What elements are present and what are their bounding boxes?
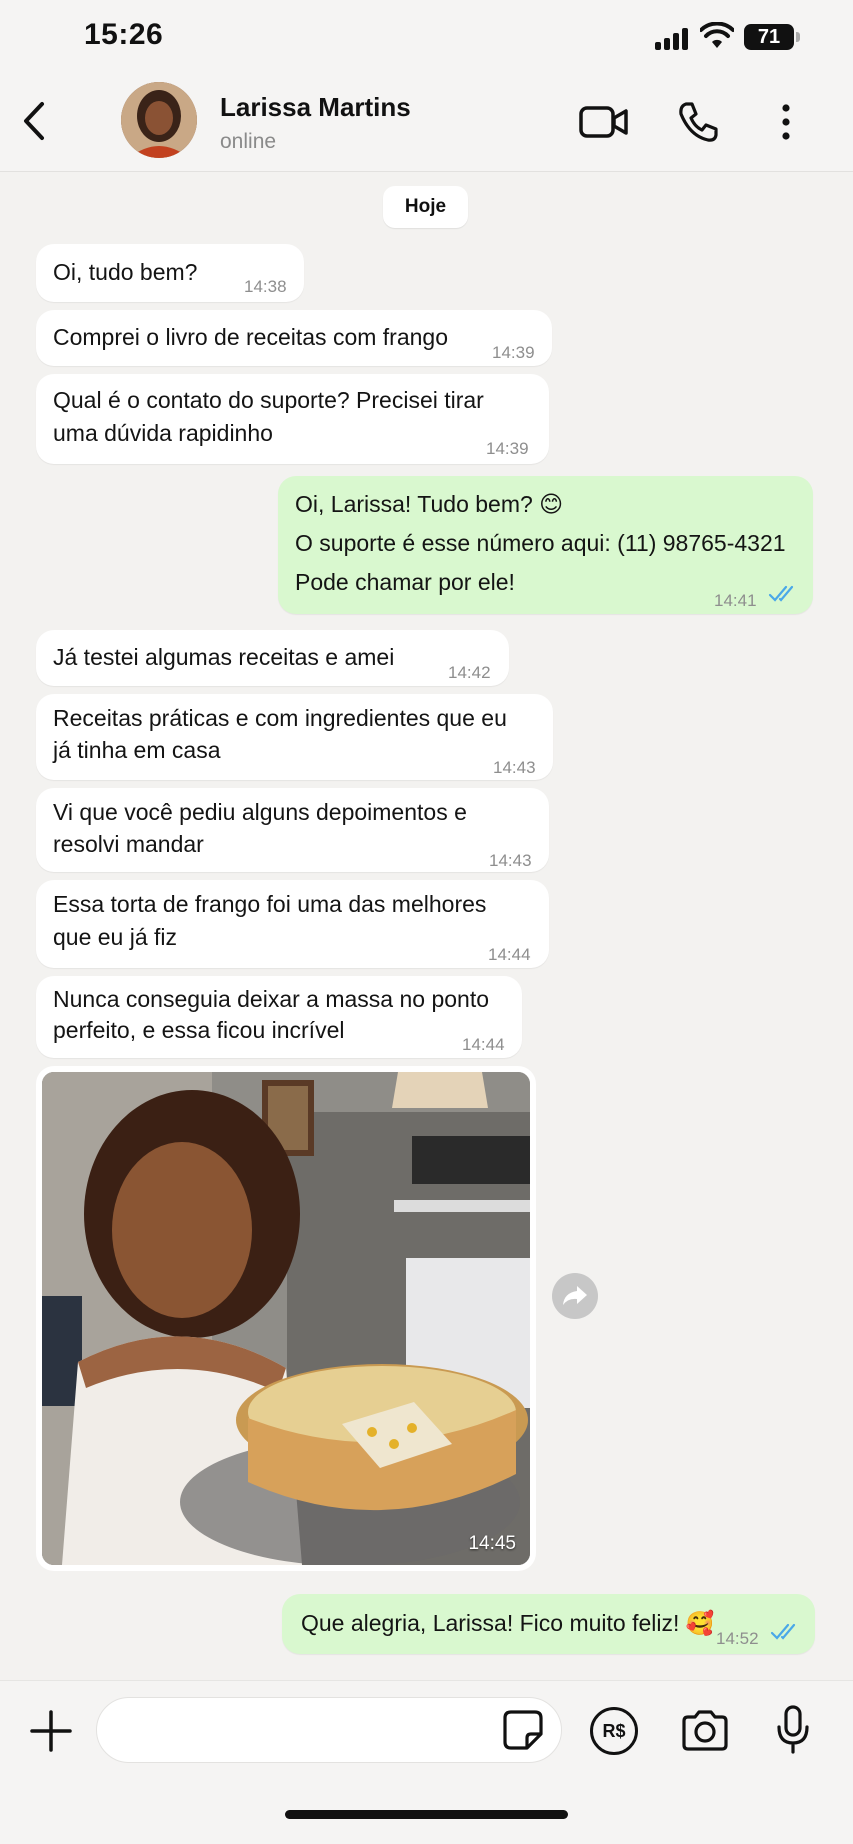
sticker-icon[interactable] — [501, 1708, 545, 1752]
message-text: Essa torta de frango foi uma das melhore… — [53, 891, 487, 917]
contact-name[interactable]: Larissa Martins — [220, 92, 411, 123]
phone-icon[interactable] — [676, 100, 720, 144]
message-time: 14:39 — [492, 343, 535, 362]
message-text: Pode chamar por ele! — [295, 569, 515, 595]
message-bubble[interactable]: Nunca conseguia deixar a massa no ponto … — [36, 976, 522, 1058]
message-bubble[interactable]: Receitas práticas e com ingredientes que… — [36, 694, 553, 780]
composer-bar: R$ — [0, 1680, 853, 1844]
message-text: uma dúvida rapidinho — [53, 420, 273, 446]
message-bubble[interactable]: Vi que você pediu alguns depoimentos e r… — [36, 788, 549, 872]
message-text: Que alegria, Larissa! Fico muito feliz! … — [301, 1610, 715, 1636]
double-check-icon — [770, 1623, 796, 1640]
message-bubble[interactable]: Qual é o contato do suporte? Precisei ti… — [36, 374, 549, 464]
message-text: O suporte é esse número aqui: (11) 98765… — [295, 530, 786, 556]
chevron-left-icon[interactable] — [16, 98, 56, 144]
chat-header: Larissa Martins online — [0, 70, 853, 172]
vertical-dots-icon[interactable] — [770, 102, 802, 142]
message-time: 14:43 — [489, 851, 532, 870]
message-input[interactable] — [121, 1712, 481, 1748]
status-time: 15:26 — [84, 18, 164, 51]
photo-time: 14:45 — [468, 1533, 516, 1554]
message-text: Já testei algumas receitas e amei — [53, 644, 395, 670]
double-check-icon — [768, 585, 794, 602]
message-text: que eu já fiz — [53, 924, 178, 950]
message-time: 14:44 — [488, 945, 531, 964]
camera-icon[interactable] — [680, 1709, 730, 1751]
message-text: Nunca conseguia deixar a massa no ponto — [53, 986, 490, 1012]
message-text: Comprei o livro de receitas com frango — [53, 324, 448, 350]
date-chip: Hoje — [383, 186, 468, 228]
message-time: 14:52 — [716, 1629, 759, 1648]
message-bubble[interactable]: Que alegria, Larissa! Fico muito feliz! … — [282, 1594, 815, 1654]
avatar[interactable] — [121, 82, 197, 158]
message-time: 14:41 — [714, 591, 757, 610]
forward-button[interactable] — [552, 1273, 598, 1319]
message-time: 14:43 — [493, 758, 536, 777]
message-text: Qual é o contato do suporte? Precisei ti… — [53, 387, 484, 413]
forward-arrow-icon — [563, 1286, 587, 1305]
message-time: 14:39 — [486, 439, 529, 458]
battery-cap — [796, 32, 800, 42]
video-camera-icon[interactable] — [578, 102, 630, 142]
message-bubble[interactable]: Comprei o livro de receitas com frango 1… — [36, 310, 552, 366]
message-bubble[interactable]: Essa torta de frango foi uma das melhore… — [36, 880, 549, 968]
message-text: resolvi mandar — [53, 831, 204, 857]
message-bubble[interactable]: Oi, Larissa! Tudo bem? 😊 O suporte é ess… — [278, 476, 813, 614]
signal-icon — [655, 26, 691, 50]
photo-image[interactable]: 14:45 — [42, 1072, 530, 1565]
message-text: Oi, Larissa! Tudo bem? 😊 — [295, 491, 564, 517]
message-time: 14:44 — [462, 1035, 505, 1054]
message-time: 14:38 — [244, 277, 287, 296]
photo-message[interactable]: 14:45 — [36, 1066, 536, 1571]
message-bubble[interactable]: Oi, tudo bem? 14:38 — [36, 244, 304, 302]
message-text: Oi, tudo bem? — [53, 259, 198, 285]
wifi-icon — [700, 22, 734, 48]
message-text: perfeito, e essa ficou incrível — [53, 1017, 345, 1043]
message-input-field[interactable] — [96, 1697, 562, 1763]
microphone-icon[interactable] — [776, 1705, 810, 1755]
message-text: Receitas práticas e com ingredientes que… — [53, 705, 507, 731]
message-bubble[interactable]: Já testei algumas receitas e amei 14:42 — [36, 630, 509, 686]
contact-status: online — [220, 130, 277, 153]
plus-icon[interactable] — [28, 1708, 74, 1754]
message-time: 14:42 — [448, 663, 491, 682]
home-indicator — [285, 1810, 568, 1819]
payment-button[interactable]: R$ — [590, 1707, 638, 1755]
message-text: já tinha em casa — [53, 737, 221, 763]
battery-indicator: 71 — [744, 24, 794, 50]
status-bar: 15:26 71 — [0, 0, 853, 70]
message-text: Vi que você pediu alguns depoimentos e — [53, 799, 467, 825]
